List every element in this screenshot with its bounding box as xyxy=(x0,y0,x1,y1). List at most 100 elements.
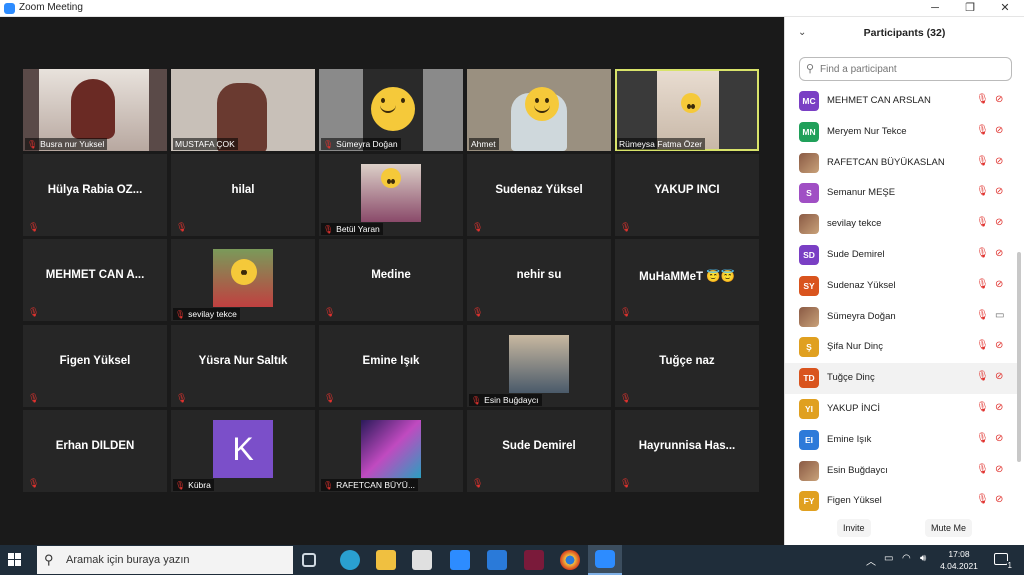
participant-name: Sudenaz Yüksel xyxy=(495,184,583,196)
participant-row[interactable]: Esin Buğdaycı 🎙︎ ⊘ xyxy=(785,456,1017,487)
video-off-icon[interactable]: ⊘ xyxy=(995,125,1003,136)
video-off-icon[interactable]: ⊘ xyxy=(995,464,1003,475)
muted-mic-icon[interactable]: 🎙︎ xyxy=(976,186,989,197)
invite-button[interactable]: Invite xyxy=(837,519,871,537)
video-tile[interactable]: YAKUP İNCİ 🎙 xyxy=(615,154,759,236)
wifi-icon[interactable]: ◠ xyxy=(902,553,911,564)
video-tile[interactable]: Figen Yüksel 🎙 xyxy=(23,325,167,407)
muted-mic-icon: 🎙 xyxy=(28,478,40,488)
participant-row[interactable]: SD Sude Demirel 🎙︎ ⊘ xyxy=(785,240,1017,271)
edge-browser-icon[interactable] xyxy=(340,550,360,570)
emoji-face-icon xyxy=(381,168,401,188)
video-tile[interactable]: MuHaMMeT 😇😇 🎙 xyxy=(615,239,759,321)
muted-mic-icon[interactable]: 🎙︎ xyxy=(976,433,989,444)
video-tile[interactable]: MUSTAFA ÇOK xyxy=(171,69,315,151)
participant-row[interactable]: RAFETCAN BÜYÜKASLAN 🎙︎ ⊘ xyxy=(785,148,1017,179)
muted-mic-icon[interactable]: 🎙︎ xyxy=(976,94,989,105)
video-off-icon[interactable]: ⊘ xyxy=(995,248,1003,259)
participant-row[interactable]: EI Emine Işık 🎙︎ ⊘ xyxy=(785,425,1017,456)
video-tile[interactable]: nehir su 🎙 xyxy=(467,239,611,321)
video-off-icon[interactable]: ⊘ xyxy=(995,402,1003,413)
video-tile[interactable]: Erhan DILDEN 🎙 xyxy=(23,410,167,492)
close-button[interactable]: ✕ xyxy=(988,0,1022,17)
video-tile[interactable]: Hülya Rabia ÖZ... 🎙 xyxy=(23,154,167,236)
maximize-button[interactable]: ❐ xyxy=(953,0,987,17)
muted-mic-icon: 🎙 xyxy=(323,140,334,149)
video-tile[interactable]: 🎙 RAFETCAN BÜYÜ... xyxy=(319,410,463,492)
video-tile[interactable]: 🎙 Betül Yaran xyxy=(319,154,463,236)
participant-row[interactable]: MN Meryem Nur Tekce 🎙︎ ⊘ xyxy=(785,117,1017,148)
video-off-icon[interactable]: ⊘ xyxy=(995,94,1003,105)
video-tile-active-speaker[interactable]: Rümeysa Fatma Özer xyxy=(615,69,759,151)
muted-mic-icon[interactable]: 🎙︎ xyxy=(976,248,989,259)
tray-chevron-icon[interactable]: ︿ xyxy=(866,553,876,568)
muted-mic-icon[interactable]: 🎙︎ xyxy=(976,217,989,228)
video-off-icon[interactable]: ⊘ xyxy=(995,340,1003,351)
video-off-icon[interactable]: ⊘ xyxy=(995,279,1003,290)
mail-icon[interactable] xyxy=(487,550,507,570)
volume-icon[interactable]: 🔊︎ xyxy=(920,553,926,564)
video-off-icon[interactable]: ⊘ xyxy=(995,217,1003,228)
muted-mic-icon[interactable]: 🎙︎ xyxy=(976,125,989,136)
video-tile[interactable]: 🎙 Esin Buğdaycı xyxy=(467,325,611,407)
participant-row[interactable]: TD Tuğçe Dinç 🎙︎ ⊘ xyxy=(785,363,1017,394)
chrome-icon[interactable] xyxy=(560,550,580,570)
video-tile[interactable]: 🎙 sevilay tekce xyxy=(171,239,315,321)
video-off-icon[interactable]: ⊘ xyxy=(995,371,1003,382)
participant-row[interactable]: S Semanur MEŞE 🎙︎ ⊘ xyxy=(785,178,1017,209)
video-on-icon[interactable]: ▭ xyxy=(995,310,1004,321)
video-tile[interactable]: Ahmet xyxy=(467,69,611,151)
participant-name-label: 🎙 Kübra xyxy=(173,479,214,491)
windows-start-icon[interactable] xyxy=(8,553,22,567)
video-off-icon[interactable]: ⊘ xyxy=(995,494,1003,505)
muted-mic-icon[interactable]: 🎙︎ xyxy=(976,402,989,413)
mute-me-button[interactable]: Mute Me xyxy=(925,519,973,537)
notification-icon[interactable]: 1 xyxy=(994,553,1013,570)
participant-search-box[interactable]: ⚲ xyxy=(799,57,1012,81)
zoom-meeting-taskbar-button[interactable] xyxy=(588,545,622,575)
taskbar-clock[interactable]: 17:08 4.04.2021 xyxy=(934,548,984,572)
task-view-icon[interactable] xyxy=(302,553,316,567)
participant-row[interactable]: sevilay tekce 🎙︎ ⊘ xyxy=(785,209,1017,240)
video-off-icon[interactable]: ⊘ xyxy=(995,156,1003,167)
video-tile[interactable]: hilal 🎙 xyxy=(171,154,315,236)
participant-figure xyxy=(71,79,115,139)
video-tile[interactable]: Sude Demirel 🎙 xyxy=(467,410,611,492)
app-icon[interactable] xyxy=(524,550,544,570)
muted-mic-icon[interactable]: 🎙︎ xyxy=(976,464,989,475)
video-tile[interactable]: Tuğçe naz 🎙 xyxy=(615,325,759,407)
battery-icon[interactable]: ▭ xyxy=(884,553,893,564)
participant-list-scrollbar[interactable] xyxy=(1017,252,1021,462)
video-tile[interactable]: Yüsra Nur Saltık 🎙 xyxy=(171,325,315,407)
file-explorer-icon[interactable] xyxy=(376,550,396,570)
video-tile[interactable]: K 🎙 Kübra xyxy=(171,410,315,492)
video-off-icon[interactable]: ⊘ xyxy=(995,186,1003,197)
participant-row[interactable]: MC MEHMET CAN ARSLAN 🎙︎ ⊘ xyxy=(785,86,1017,117)
participant-row[interactable]: YI YAKUP İNCİ 🎙︎ ⊘ xyxy=(785,394,1017,425)
video-tile[interactable]: Medine 🎙 xyxy=(319,239,463,321)
muted-mic-icon[interactable]: 🎙︎ xyxy=(976,156,989,167)
muted-mic-icon[interactable]: 🎙︎ xyxy=(976,340,989,351)
participant-row[interactable]: FY Figen Yüksel 🎙︎ ⊘ xyxy=(785,486,1017,514)
participant-search-input[interactable] xyxy=(820,61,1005,77)
video-tile[interactable]: MEHMET CAN A... 🎙 xyxy=(23,239,167,321)
minimize-button[interactable]: ─ xyxy=(918,0,952,17)
store-icon[interactable] xyxy=(412,550,432,570)
muted-mic-icon[interactable]: 🎙︎ xyxy=(976,371,989,382)
participant-row[interactable]: Sümeyra Doğan 🎙︎ ▭ xyxy=(785,302,1017,333)
muted-mic-icon[interactable]: 🎙︎ xyxy=(976,279,989,290)
participant-row[interactable]: Ş Şifa Nur Dinç 🎙︎ ⊘ xyxy=(785,332,1017,363)
zoom-taskbar-icon[interactable] xyxy=(450,550,470,570)
video-tile[interactable]: 🎙 Sümeyra Doğan xyxy=(319,69,463,151)
video-tile[interactable]: Hayrunnisa Has... 🎙 xyxy=(615,410,759,492)
muted-mic-icon[interactable]: 🎙︎ xyxy=(976,494,989,505)
video-off-icon[interactable]: ⊘ xyxy=(995,433,1003,444)
video-tile[interactable]: Emine Işık 🎙 xyxy=(319,325,463,407)
video-tile[interactable]: 🎙 Busra nur Yuksel xyxy=(23,69,167,151)
muted-mic-icon[interactable]: 🎙︎ xyxy=(976,310,989,321)
video-tile[interactable]: Sudenaz Yüksel 🎙 xyxy=(467,154,611,236)
muted-mic-icon: 🎙 xyxy=(620,393,632,403)
participant-row[interactable]: SY Sudenaz Yüksel 🎙︎ ⊘ xyxy=(785,271,1017,302)
taskbar-search-box[interactable]: ⚲ Aramak için buraya yazın xyxy=(37,546,293,574)
participant-initials-avatar: SY xyxy=(799,275,819,296)
